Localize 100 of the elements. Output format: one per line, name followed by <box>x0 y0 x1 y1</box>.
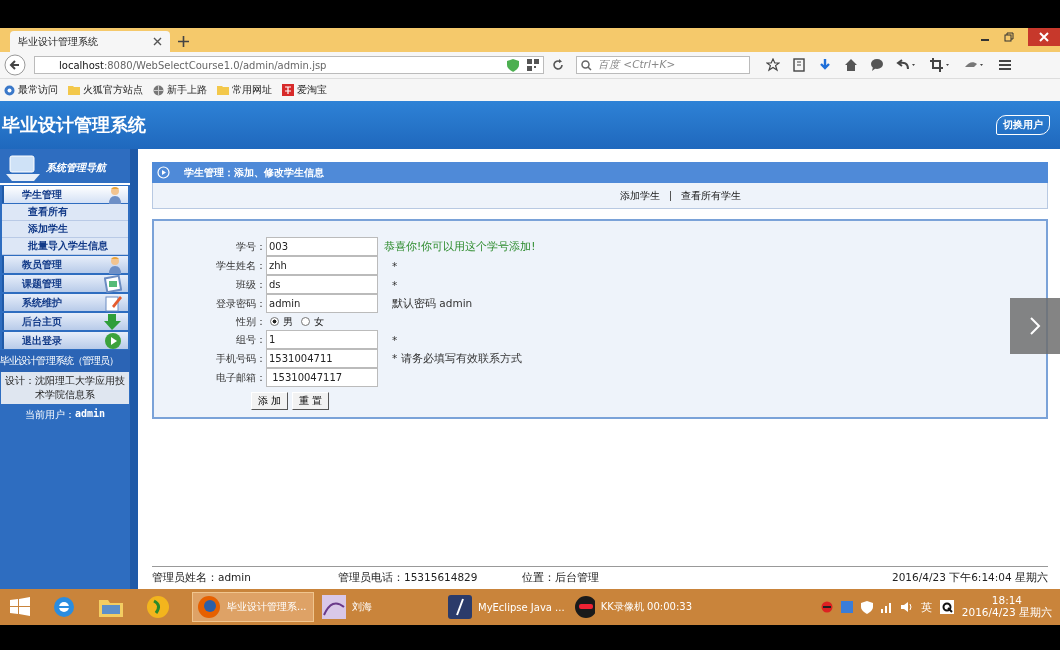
field-label: 登录密码： <box>215 296 266 311</box>
close-window-button[interactable] <box>1028 28 1060 46</box>
undo-icon[interactable] <box>896 58 918 72</box>
menu-item[interactable]: 课题管理 <box>2 275 128 292</box>
shop-icon <box>282 84 294 96</box>
close-icon <box>1039 32 1049 42</box>
bookmark-link[interactable]: 常用网址 <box>217 83 272 97</box>
radio-option[interactable]: 女 <box>301 314 324 329</box>
input-field[interactable]: admin <box>266 294 378 313</box>
shield-icon <box>507 58 519 72</box>
new-tab-icon[interactable] <box>178 36 189 47</box>
picture-icon <box>104 274 122 293</box>
field-note: 默认密码 admin <box>391 296 474 311</box>
field-note: * <box>391 278 399 291</box>
back-icon[interactable] <box>4 54 26 76</box>
field-label: 电子邮箱： <box>215 370 266 385</box>
datetime: 2016/4/23 下午6:14:04 星期六 <box>892 571 1048 585</box>
recorder-icon <box>574 595 595 619</box>
menu-icon[interactable] <box>998 59 1012 71</box>
close-icon[interactable] <box>153 37 162 46</box>
q-icon[interactable] <box>939 600 954 614</box>
shield-tray-icon[interactable] <box>860 600 873 614</box>
clock-date: 2016/4/23 星期六 <box>961 606 1052 620</box>
bookmark-link[interactable]: 最常访问 <box>4 83 58 97</box>
panel-title: 学生管理：添加、修改学生信息 <box>184 165 324 180</box>
download-icon[interactable] <box>818 58 832 72</box>
field-note: * <box>391 259 399 272</box>
folder-icon <box>68 85 80 95</box>
system-title: 毕业设计管理系统 <box>2 113 146 137</box>
speaker-icon[interactable] <box>900 601 913 613</box>
browser-e-icon[interactable] <box>52 595 76 619</box>
globe-icon <box>153 84 164 96</box>
menu-item[interactable]: 系统维护 <box>2 294 128 311</box>
submenu-item[interactable]: 批量导入学生信息 <box>2 238 128 255</box>
field-label: 手机号码： <box>215 351 266 366</box>
menu-item[interactable]: 教员管理 <box>2 256 128 273</box>
submenu-item[interactable]: 查看所有 <box>2 204 128 221</box>
crop-icon[interactable] <box>930 58 952 72</box>
reload-icon[interactable] <box>552 59 564 71</box>
nav-link[interactable]: 添加学生 <box>619 188 660 203</box>
form-button[interactable]: 添 加 <box>251 392 289 410</box>
image-icon <box>322 595 346 619</box>
reading-list-icon[interactable] <box>792 58 806 72</box>
laptop-icon <box>4 154 42 182</box>
current-user-label: 当前用户： <box>24 409 75 422</box>
field-label: 学生姓名： <box>215 258 266 273</box>
admin-phone: 管理员电话：15315614829 <box>338 571 479 585</box>
search-icon <box>581 59 592 71</box>
app-icon <box>448 595 472 619</box>
input-field[interactable]: 1 <box>266 330 378 349</box>
tray-badge-icon[interactable] <box>820 601 833 613</box>
input-field[interactable]: 15310047117 <box>266 368 378 387</box>
person-icon <box>108 185 122 204</box>
arrow-icon <box>104 312 122 331</box>
address-field[interactable]: localhost:8080/WebSelectCourse1.0/admin/admin.jsp <box>34 56 544 74</box>
input-field[interactable]: 1531004711 <box>266 349 378 368</box>
restore-icon[interactable] <box>1004 32 1014 42</box>
play-circle-icon <box>157 166 170 179</box>
search-field[interactable]: 百度 <Ctrl+K> <box>576 56 750 74</box>
qr-code-icon[interactable] <box>527 59 539 71</box>
current-user: admin <box>74 408 106 421</box>
bookmark-link[interactable]: 新手上路 <box>153 83 207 97</box>
person-icon <box>108 255 122 274</box>
input-field[interactable]: zhh <box>266 256 378 275</box>
menu-item[interactable]: 退出登录 <box>2 332 128 349</box>
clock-time: 18:14 <box>991 594 1023 606</box>
play-icon <box>104 331 122 350</box>
bookmark-link[interactable]: 火狐官方站点 <box>68 83 143 97</box>
field-label: 班级： <box>235 277 266 292</box>
nav-link[interactable]: 查看所有学生 <box>680 188 741 203</box>
gear-icon <box>4 84 15 96</box>
firefox-icon <box>197 595 221 619</box>
field-label: 性别： <box>235 314 266 329</box>
switch-user-button[interactable]: 切换用户 <box>996 115 1050 135</box>
star-icon[interactable] <box>766 58 780 72</box>
browser-tab[interactable]: 毕业设计管理系统 <box>10 31 170 52</box>
chevron-right-icon <box>1028 316 1042 336</box>
network-icon[interactable] <box>880 601 893 613</box>
pencil-icon <box>104 293 122 312</box>
windows-start-icon[interactable] <box>10 597 30 617</box>
input-field[interactable]: 003 <box>266 237 378 256</box>
input-field[interactable]: ds <box>266 275 378 294</box>
form-button[interactable]: 重 置 <box>292 392 330 410</box>
field-note: 恭喜你!你可以用这个学号添加! <box>383 239 537 254</box>
radio-option[interactable]: 男 <box>270 314 293 329</box>
submenu-item[interactable]: 添加学生 <box>2 221 128 238</box>
folder-icon <box>217 85 229 95</box>
design-credit: 设计：沈阳理工大学应用技术学院信息系 <box>1 372 129 404</box>
system-name: 毕业设计管理系统（管理员） <box>0 350 130 372</box>
menu-item[interactable]: 后台主页 <box>2 313 128 330</box>
field-label: 组号： <box>235 332 266 347</box>
field-label: 学号： <box>235 239 266 254</box>
home-icon[interactable] <box>844 58 858 72</box>
chat-bubble-icon[interactable] <box>870 58 884 72</box>
field-note: * 请务必填写有效联系方式 <box>391 351 523 366</box>
location-text: 位置：后台管理 <box>522 571 600 585</box>
admin-name: 管理员姓名：admin <box>152 571 252 585</box>
menu-item[interactable]: 学生管理 <box>2 186 128 203</box>
field-note: * <box>391 333 399 346</box>
bookmark-link[interactable]: 爱淘宝 <box>282 83 327 97</box>
